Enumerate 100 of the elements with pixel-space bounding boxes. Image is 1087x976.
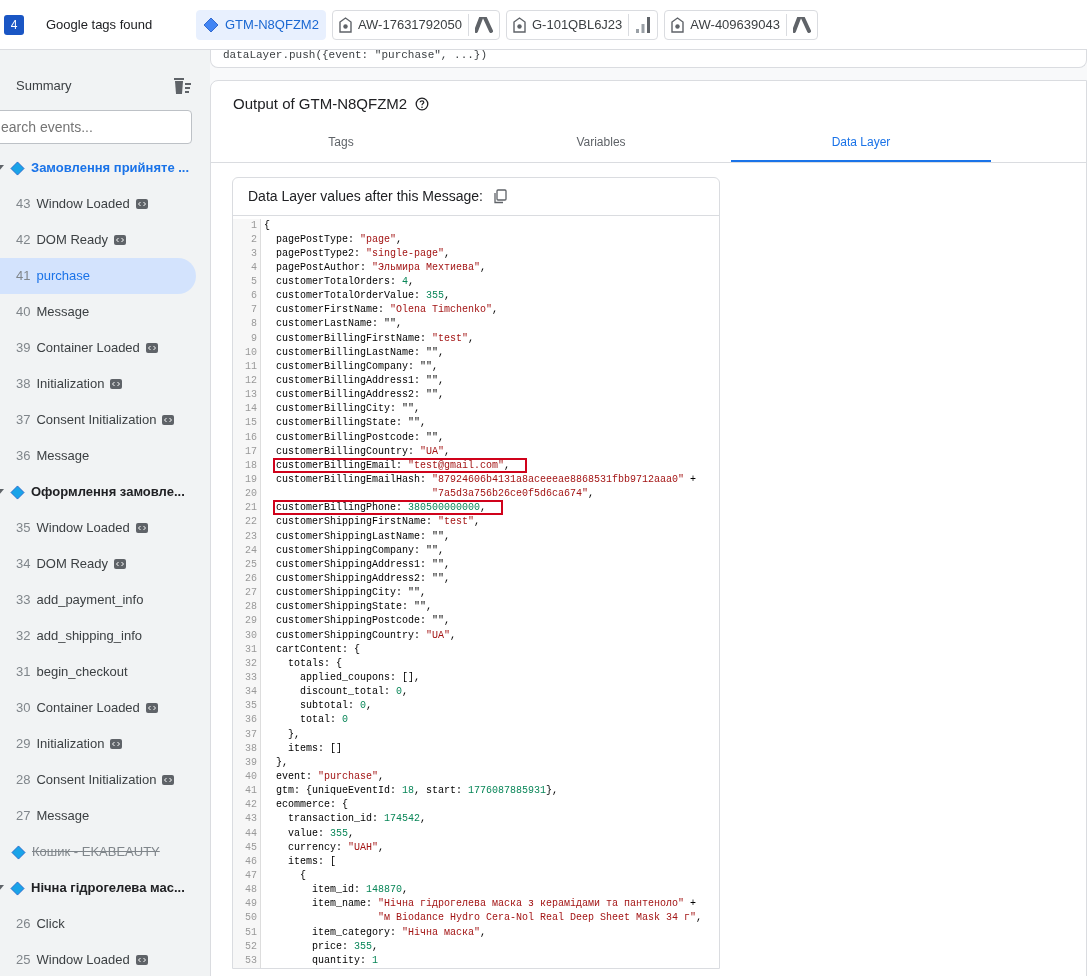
diamond-icon (10, 160, 25, 176)
code-line: pagePostType: "page", (275, 233, 403, 245)
code-line: pagePostAuthor: "Эльмира Мехтиева", (275, 261, 487, 273)
line-number: 29 (244, 614, 257, 629)
event-number: 39 (16, 339, 31, 358)
code-line: quantity: 1 (311, 954, 379, 966)
line-number: 45 (244, 840, 257, 855)
line-number: 25 (244, 557, 257, 572)
line-number: 51 (244, 925, 257, 940)
line-number: 12 (244, 374, 257, 389)
event-item[interactable]: 32 add_shipping_info (0, 618, 196, 654)
line-number: 9 (250, 331, 257, 346)
event-number: 35 (16, 519, 31, 538)
event-item[interactable]: 43 Window Loaded (0, 186, 196, 222)
code-line: customerShippingState: "", (275, 601, 433, 613)
summary-label[interactable]: Summary (16, 76, 72, 96)
event-number: 33 (16, 591, 31, 610)
tab[interactable]: Variables (471, 123, 731, 162)
line-number: 1 (250, 218, 257, 233)
tag-tab[interactable]: GTM-N8QFZM2 (196, 9, 326, 40)
line-number: 2 (250, 232, 257, 247)
code-line: totals: { (287, 657, 342, 669)
code-line: applied_coupons: [], (299, 672, 421, 683)
event-item[interactable]: 42 DOM Ready (0, 222, 196, 258)
count-badge: 4 (4, 14, 24, 35)
line-number: 10 (244, 345, 257, 360)
line-number: 39 (244, 755, 257, 770)
tag-icon (513, 16, 526, 33)
code-line: pagePostType2: "single-page", (275, 247, 451, 259)
line-number: 34 (244, 685, 257, 700)
event-item[interactable]: 38 Initialization (0, 366, 196, 402)
line-number: 44 (244, 826, 257, 841)
line-number: 26 (244, 572, 257, 586)
event-item[interactable]: 41 purchase (0, 258, 196, 294)
code-line: customerShippingCompany: "", (275, 544, 445, 556)
event-label: Message (36, 447, 90, 466)
event-item[interactable]: 26 Click (0, 906, 196, 942)
event-number: 27 (16, 807, 31, 826)
event-label: Initialization (36, 735, 105, 754)
code-line: item_id: 148870, (311, 884, 409, 896)
event-item[interactable]: 28 Consent Initialization (0, 762, 196, 798)
code-line: item_category: "Нічна маска", (311, 926, 487, 938)
code-line: customerBillingAddress1: "", (275, 375, 445, 387)
event-item[interactable]: 33 add_payment_info (0, 582, 196, 618)
code-line: "7a5d3a756b26ce0f5d6ca674", (431, 488, 595, 500)
code-line: customerBillingEmailHash: "87924606b4131a8aceeeae8868531fbb9712aaa0" + (275, 474, 697, 486)
event-number: 26 (16, 915, 31, 934)
event-item[interactable]: 36 Message (0, 438, 196, 474)
event-label: Click (36, 915, 65, 934)
event-item[interactable]: 31 begin_checkout (0, 654, 196, 690)
event-number: 25 (16, 951, 31, 970)
event-group-row[interactable]: Замовлення прийняте ... (0, 150, 210, 186)
code-icon (162, 775, 175, 785)
event-number: 30 (16, 699, 31, 718)
code-line: customerBillingState: "", (275, 417, 427, 429)
event-item[interactable]: 40 Message (0, 294, 196, 330)
line-number: 32 (244, 656, 257, 671)
code-line: event: "purchase", (275, 771, 385, 782)
code-line: customerShippingCity: "", (275, 587, 427, 599)
code-icon (135, 199, 148, 209)
tag-tab[interactable]: AW-17631792050 (331, 9, 500, 40)
event-item[interactable]: 29 Initialization (0, 726, 196, 762)
code-line: customerBillingPostcode: "", (275, 431, 445, 443)
tag-tab[interactable]: G-101QBL6J23 (506, 9, 659, 40)
event-item[interactable]: 27 Message (0, 798, 196, 834)
diamond-icon (203, 16, 219, 33)
line-number: 47 (244, 868, 257, 883)
event-item[interactable]: 39 Container Loaded (0, 330, 196, 366)
line-number: 48 (244, 883, 257, 898)
code-line: customerBillingCompany: "", (275, 360, 439, 372)
code-line: customerTotalOrderValue: 355, (275, 290, 451, 302)
line-number: 42 (244, 798, 257, 813)
event-group-row[interactable]: Нічна гідрогелева мас... (0, 870, 210, 906)
code-line: transaction_id: 174542, (287, 813, 427, 825)
event-item[interactable]: 30 Container Loaded (0, 690, 196, 726)
line-number: 43 (244, 812, 257, 827)
event-label: Message (36, 807, 90, 826)
event-label: add_shipping_info (36, 627, 142, 646)
event-label: DOM Ready (36, 555, 108, 574)
event-item[interactable]: 34 DOM Ready (0, 546, 196, 582)
event-item[interactable]: 25 Window Loaded (0, 942, 196, 976)
event-item[interactable]: 37 Consent Initialization (0, 402, 196, 438)
line-number: 14 (244, 402, 257, 417)
clear-icon (172, 77, 192, 95)
event-label: Consent Initialization (36, 411, 157, 430)
event-number: 28 (16, 771, 31, 790)
line-number: 5 (250, 275, 257, 290)
tab[interactable]: Data Layer (731, 123, 991, 162)
tab[interactable]: Tags (211, 123, 471, 162)
search-field[interactable]: earch events... (0, 110, 192, 144)
event-group-row[interactable]: Оформлення замовле... (0, 474, 210, 510)
code-line: customerTotalOrders: 4, (275, 276, 415, 288)
line-number: 35 (244, 699, 257, 714)
tag-tab[interactable]: AW-409639043 (664, 9, 818, 40)
output-title: Output of GTM-N8QFZM2 (233, 94, 408, 114)
line-number: 7 (250, 303, 257, 318)
ads-logo-icon (475, 16, 493, 33)
event-item[interactable]: 35 Window Loaded (0, 510, 196, 546)
code-line: customerBillingFirstName: "test", (275, 332, 475, 344)
line-number: 13 (244, 388, 257, 403)
